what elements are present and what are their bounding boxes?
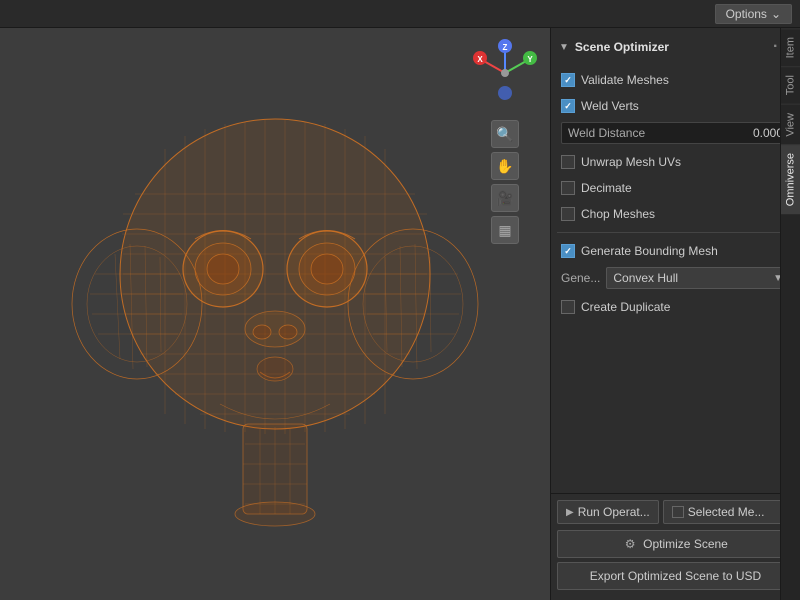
right-panel: ▼ Scene Optimizer ··· Validate Meshes We… <box>550 28 800 600</box>
tab-item[interactable]: Item <box>781 28 800 66</box>
selected-label: Selected Me... <box>688 505 765 519</box>
weld-distance-label: Weld Distance <box>568 126 753 140</box>
decimate-label: Decimate <box>581 181 632 195</box>
run-operation-button[interactable]: ▶ Run Operat... <box>557 500 659 524</box>
weld-verts-row: Weld Verts <box>557 94 794 118</box>
monkey-mesh-svg <box>65 74 485 554</box>
divider-1 <box>557 232 794 233</box>
svg-text:X: X <box>477 55 483 64</box>
generate-dropdown-label: Gene... <box>561 271 600 285</box>
tab-tool[interactable]: Tool <box>781 66 800 103</box>
convex-hull-dropdown[interactable]: Convex Hull ▼ <box>606 267 790 289</box>
grab-tool[interactable]: ✋ <box>491 152 519 180</box>
run-label: Run Operat... <box>578 505 650 519</box>
grid-tool[interactable]: ▦ <box>491 216 519 244</box>
unwrap-uvs-row: Unwrap Mesh UVs <box>557 150 794 174</box>
weld-distance-row[interactable]: Weld Distance 0.000 <box>561 122 790 144</box>
options-label: Options <box>726 7 767 21</box>
chevron-down-icon: ⌄ <box>771 7 781 21</box>
svg-text:Z: Z <box>503 43 508 52</box>
validate-meshes-row: Validate Meshes <box>557 68 794 92</box>
tab-view[interactable]: View <box>781 104 800 145</box>
optimize-scene-button[interactable]: ⚙ Optimize Scene <box>557 530 794 558</box>
export-button[interactable]: Export Optimized Scene to USD <box>557 562 794 590</box>
top-bar: Options ⌄ <box>0 0 800 28</box>
zoom-tool[interactable]: 🔍 <box>491 120 519 148</box>
vertical-tabs: Item Tool View Omniverse <box>780 28 800 600</box>
convex-hull-row: Gene... Convex Hull ▼ <box>561 267 790 289</box>
tab-omniverse[interactable]: Omniverse <box>781 144 800 214</box>
weld-distance-value: 0.000 <box>753 126 783 140</box>
export-label: Export Optimized Scene to USD <box>590 569 761 583</box>
create-duplicate-checkbox[interactable] <box>561 300 575 314</box>
chop-meshes-checkbox[interactable] <box>561 207 575 221</box>
create-duplicate-label: Create Duplicate <box>581 300 670 314</box>
unwrap-uvs-checkbox[interactable] <box>561 155 575 169</box>
weld-verts-label: Weld Verts <box>581 99 639 113</box>
camera-tool[interactable]: 🎥 <box>491 184 519 212</box>
unwrap-uvs-label: Unwrap Mesh UVs <box>581 155 681 169</box>
chop-meshes-row: Chop Meshes <box>557 202 794 226</box>
gear-icon: ⚙ <box>623 537 637 551</box>
chop-meshes-label: Chop Meshes <box>581 207 655 221</box>
validate-meshes-checkbox[interactable] <box>561 73 575 87</box>
section-title: Scene Optimizer <box>575 40 669 54</box>
selected-me-button[interactable]: Selected Me... <box>663 500 794 524</box>
navigation-gizmo[interactable]: Z Y X <box>470 38 540 108</box>
generate-bounding-row: Generate Bounding Mesh <box>557 239 794 263</box>
play-icon: ▶ <box>566 507 574 518</box>
svg-text:Y: Y <box>527 55 533 64</box>
panel-content: ▼ Scene Optimizer ··· Validate Meshes We… <box>551 28 800 493</box>
bottom-buttons: ▶ Run Operat... Selected Me... ⚙ Optimiz… <box>551 493 800 600</box>
decimate-checkbox[interactable] <box>561 181 575 195</box>
decimate-row: Decimate <box>557 176 794 200</box>
section-collapse-arrow[interactable]: ▼ <box>559 42 569 53</box>
optimize-label: Optimize Scene <box>643 537 728 551</box>
selected-checkbox[interactable] <box>672 506 684 518</box>
convex-hull-value: Convex Hull <box>613 271 678 285</box>
options-button[interactable]: Options ⌄ <box>715 4 792 24</box>
weld-verts-checkbox[interactable] <box>561 99 575 113</box>
main-area: Z Y X 🔍 ✋ 🎥 ▦ <box>0 28 800 600</box>
run-row: ▶ Run Operat... Selected Me... <box>557 500 794 524</box>
monkey-container <box>0 28 550 600</box>
viewport[interactable]: Z Y X 🔍 ✋ 🎥 ▦ <box>0 28 550 600</box>
generate-bounding-label: Generate Bounding Mesh <box>581 244 718 258</box>
generate-bounding-checkbox[interactable] <box>561 244 575 258</box>
section-header: ▼ Scene Optimizer ··· <box>557 34 794 60</box>
create-duplicate-row: Create Duplicate <box>557 295 794 319</box>
viewport-controls: Z Y X 🔍 ✋ 🎥 ▦ <box>470 38 540 244</box>
validate-meshes-label: Validate Meshes <box>581 73 669 87</box>
